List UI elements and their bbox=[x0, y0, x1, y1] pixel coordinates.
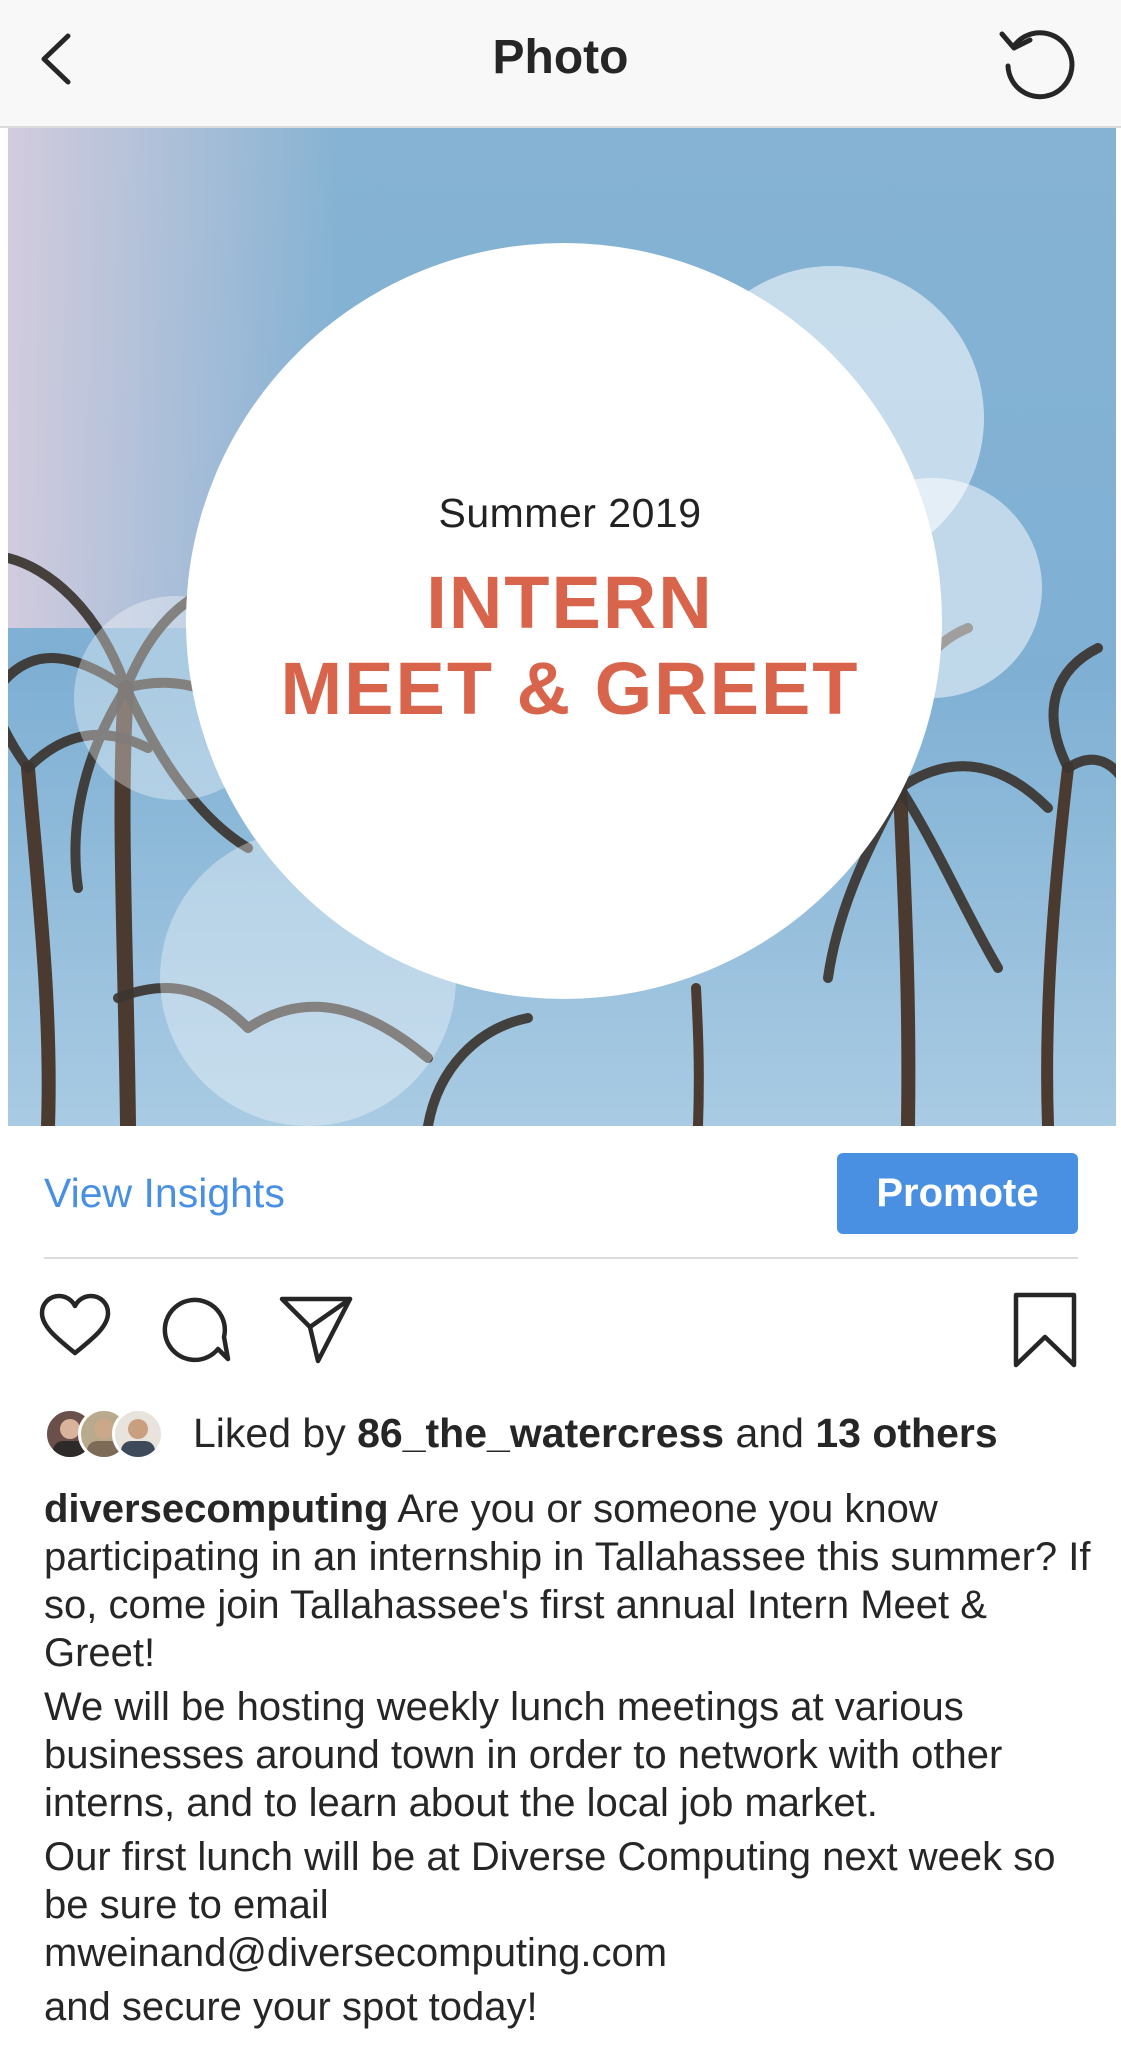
caption-paragraph: and secure your spot today! bbox=[44, 1985, 538, 2029]
caption-paragraph: diversecomputing Are you or someone you … bbox=[44, 1485, 1094, 1677]
divider bbox=[44, 1257, 1078, 1259]
photo-artwork bbox=[8, 128, 1116, 1126]
paper-plane-icon[interactable] bbox=[278, 1293, 354, 1365]
heart-icon[interactable] bbox=[38, 1293, 112, 1359]
likes-prefix: Liked by bbox=[193, 1410, 346, 1456]
view-insights-link[interactable]: View Insights bbox=[44, 1170, 285, 1217]
comment-icon[interactable] bbox=[160, 1293, 232, 1365]
caption-text: Our first lunch will be at Diverse Compu… bbox=[44, 1835, 1056, 1927]
likes-connector: and bbox=[735, 1410, 804, 1456]
top-nav-bar: Photo bbox=[0, 0, 1121, 128]
page-title: Photo bbox=[492, 31, 629, 84]
caption-email: mweinand@diversecomputing.com bbox=[44, 1931, 668, 1975]
promote-button[interactable]: Promote bbox=[837, 1153, 1078, 1234]
likes-summary[interactable]: Liked by 86_the_watercress and 13 others bbox=[193, 1410, 998, 1457]
likes-others[interactable]: 13 others bbox=[815, 1410, 997, 1456]
caption-paragraph: We will be hosting weekly lunch meetings… bbox=[44, 1685, 1003, 1825]
caption-username[interactable]: diversecomputing bbox=[44, 1487, 389, 1531]
avatar bbox=[112, 1408, 164, 1460]
post-photo[interactable]: Summer 2019 INTERN MEET & GREET bbox=[8, 128, 1116, 1126]
liker-username[interactable]: 86_the_watercress bbox=[357, 1410, 724, 1456]
bookmark-icon[interactable] bbox=[1010, 1291, 1080, 1369]
post-caption: diversecomputing Are you or someone you … bbox=[44, 1485, 1094, 2037]
liker-avatars[interactable] bbox=[44, 1408, 174, 1460]
refresh-icon[interactable] bbox=[994, 18, 1078, 102]
caption-paragraph: Our first lunch will be at Diverse Compu… bbox=[44, 1833, 1094, 1977]
